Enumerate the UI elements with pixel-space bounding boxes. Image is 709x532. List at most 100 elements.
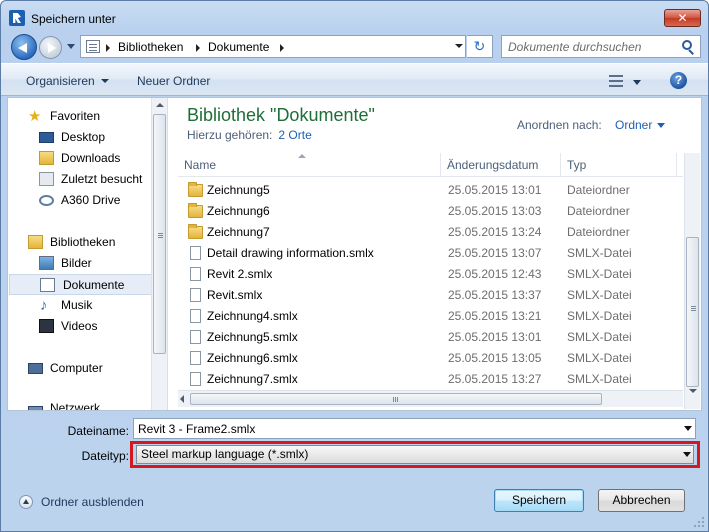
file-icon — [190, 330, 201, 344]
recent-places-icon — [39, 172, 54, 186]
file-row[interactable]: Detail drawing information.smlx 25.05.201… — [178, 243, 683, 264]
chevron-down-icon[interactable] — [657, 123, 665, 128]
view-options-icon[interactable] — [609, 75, 623, 87]
nav-computer[interactable]: Computer — [8, 358, 151, 379]
file-row[interactable]: Revit.smlx 25.05.2015 13:37 SMLX-Datei — [178, 285, 683, 306]
library-includes: Hierzu gehören: 2 Orte — [187, 128, 312, 142]
nav-favorites-label: Favoriten — [50, 109, 101, 123]
address-bar[interactable]: Bibliotheken Dokumente — [80, 35, 466, 58]
file-icon — [190, 288, 201, 302]
address-dropdown-icon[interactable] — [455, 44, 463, 48]
new-folder-button[interactable]: Neuer Ordner — [137, 74, 210, 88]
breadcrumb-bibliotheken[interactable]: Bibliotheken — [118, 40, 183, 54]
content-area: ★ Favoriten Desktop Downloads Zuletzt be… — [7, 97, 702, 411]
search-icon[interactable] — [682, 40, 692, 50]
nav-libraries-label: Bibliotheken — [50, 235, 116, 249]
file-row[interactable]: Zeichnung6 25.05.2015 13:03 Dateiordner — [178, 201, 683, 222]
file-pane: Bibliothek "Dokumente" Hierzu gehören: 2 … — [169, 98, 701, 410]
view-dropdown-icon[interactable] — [633, 80, 641, 85]
column-header-date[interactable]: Änderungsdatum — [441, 153, 561, 177]
nav-scroll-thumb[interactable] — [153, 114, 166, 354]
nav-computer-label: Computer — [50, 361, 103, 375]
chevron-down-icon[interactable] — [683, 452, 691, 457]
file-name: Zeichnung4.smlx — [207, 309, 298, 323]
file-row[interactable]: Zeichnung4.smlx 25.05.2015 13:21 SMLX-Date… — [178, 306, 683, 327]
file-row[interactable]: Zeichnung6.smlx 25.05.2015 13:05 SMLX-Date… — [178, 348, 683, 369]
location-icon — [86, 40, 100, 53]
file-type: SMLX-Datei — [567, 330, 632, 344]
nav-network[interactable]: Netzwerk — [8, 398, 151, 410]
file-type: Dateiordner — [567, 204, 630, 218]
nav-musik-label: Musik — [61, 298, 93, 312]
organize-button[interactable]: Organisieren — [26, 74, 109, 88]
nav-musik[interactable]: ♪ Musik — [8, 295, 151, 316]
save-as-dialog: Speichern unter ✕ Bibliotheken Dokumente… — [0, 0, 709, 532]
scroll-down-icon[interactable] — [689, 389, 697, 393]
nav-network-label: Netzwerk — [50, 401, 101, 410]
nav-pane-scrollbar[interactable] — [151, 98, 167, 410]
refresh-button[interactable]: ↻ — [467, 35, 493, 58]
search-box[interactable] — [501, 35, 701, 58]
file-row[interactable]: Zeichnung7 25.05.2015 13:24 Dateiordner — [178, 222, 683, 243]
file-list-vertical-scrollbar[interactable] — [684, 153, 700, 409]
column-header-type[interactable]: Typ — [561, 153, 677, 177]
library-title: Bibliothek "Dokumente" — [187, 105, 375, 125]
nav-recent[interactable]: Zuletzt besucht — [8, 169, 151, 190]
organize-label: Organisieren — [26, 74, 95, 88]
nav-favorites[interactable]: ★ Favoriten — [8, 106, 151, 127]
scroll-left-icon[interactable] — [180, 395, 184, 403]
nav-desktop-label: Desktop — [61, 130, 106, 144]
computer-icon — [28, 363, 43, 374]
vertical-scroll-thumb[interactable] — [686, 237, 699, 387]
back-button[interactable] — [11, 34, 37, 60]
file-icon — [190, 351, 201, 365]
nav-downloads[interactable]: Downloads — [8, 148, 151, 169]
resize-grip[interactable] — [694, 517, 706, 529]
file-row[interactable]: Revit 2.smlx 25.05.2015 12:43 SMLX-Datei — [178, 264, 683, 285]
arrange-by-dropdown[interactable]: Ordner — [615, 118, 652, 132]
file-date: 25.05.2015 12:43 — [448, 267, 542, 281]
file-type: SMLX-Datei — [567, 246, 632, 260]
arrange-by-label: Anordnen nach: — [517, 118, 602, 132]
title-bar[interactable]: Speichern unter ✕ — [1, 1, 708, 31]
breadcrumb-chevron-icon[interactable] — [196, 44, 200, 52]
nav-desktop[interactable]: Desktop — [8, 127, 151, 148]
file-name: Revit 2.smlx — [207, 267, 273, 281]
nav-dokumente[interactable]: Dokumente — [9, 274, 152, 295]
filename-input[interactable] — [138, 421, 668, 436]
filename-combobox[interactable] — [133, 418, 696, 439]
library-locations-link[interactable]: 2 Orte — [278, 128, 311, 142]
forward-button[interactable] — [39, 36, 62, 59]
column-header-name[interactable]: Name — [178, 153, 441, 177]
help-icon[interactable]: ? — [670, 72, 687, 89]
nav-videos[interactable]: Videos — [8, 316, 151, 337]
file-name: Zeichnung6 — [207, 204, 270, 218]
filetype-highlight-frame: Steel markup language (*.smlx) — [130, 441, 700, 468]
cancel-button[interactable]: Abbrechen — [598, 489, 685, 512]
file-date: 25.05.2015 13:05 — [448, 351, 542, 365]
breadcrumb-chevron-icon[interactable] — [280, 44, 284, 52]
file-row[interactable]: Zeichnung5.smlx 25.05.2015 13:01 SMLX-Date… — [178, 327, 683, 348]
scroll-up-icon[interactable] — [156, 103, 164, 107]
file-row[interactable]: Zeichnung5 25.05.2015 13:01 Dateiordner — [178, 180, 683, 201]
file-list-horizontal-scrollbar[interactable] — [178, 390, 683, 407]
chevron-down-icon[interactable] — [684, 426, 692, 431]
recent-locations-dropdown[interactable] — [67, 44, 75, 49]
file-name: Detail drawing information.smlx — [207, 246, 374, 260]
nav-a360-drive[interactable]: A360 Drive — [8, 190, 151, 211]
close-button[interactable]: ✕ — [664, 9, 701, 27]
nav-videos-label: Videos — [61, 319, 98, 333]
file-date: 25.05.2015 13:27 — [448, 372, 542, 386]
file-name: Zeichnung5 — [207, 183, 270, 197]
filetype-select[interactable]: Steel markup language (*.smlx) — [136, 445, 694, 464]
nav-libraries[interactable]: Bibliotheken — [8, 232, 151, 253]
search-input[interactable] — [508, 39, 678, 54]
breadcrumb-dokumente[interactable]: Dokumente — [208, 40, 269, 54]
file-name: Zeichnung7.smlx — [207, 372, 298, 386]
file-row[interactable]: Zeichnung7.smlx 25.05.2015 13:27 SMLX-Date… — [178, 369, 683, 390]
breadcrumb-chevron-icon[interactable] — [106, 44, 110, 52]
horizontal-scroll-thumb[interactable] — [190, 393, 602, 405]
save-button[interactable]: Speichern — [494, 489, 584, 512]
videos-icon — [39, 319, 54, 333]
nav-bilder[interactable]: Bilder — [8, 253, 151, 274]
